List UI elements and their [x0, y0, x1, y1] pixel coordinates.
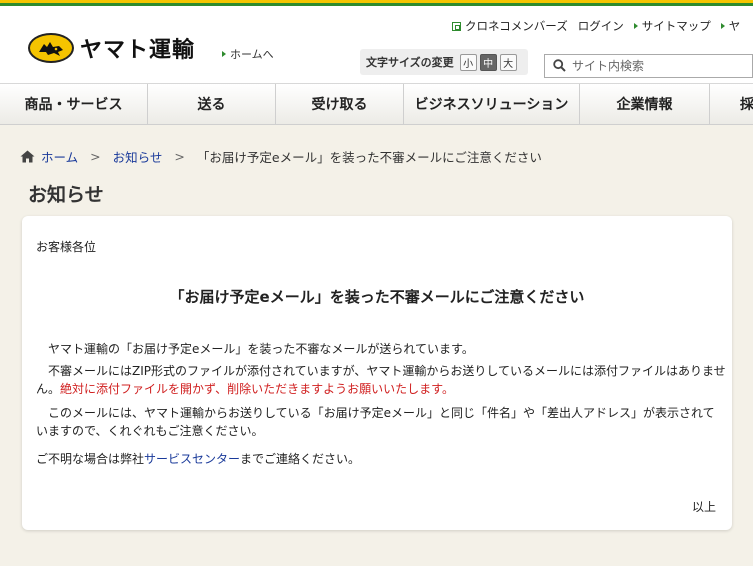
logo-text: ヤマト運輸	[80, 38, 196, 63]
notice-paragraph-1: ヤマト運輸の「お届け予定eメール」を装った不審なメールが送られています。	[48, 342, 474, 356]
login-link[interactable]: ログイン	[578, 18, 624, 34]
nav-item-recruit-truncated[interactable]: 採	[710, 84, 753, 124]
black-cat-logo-icon	[28, 33, 74, 63]
triangle-right-icon	[222, 51, 226, 57]
site-search	[544, 54, 753, 78]
notice-paragraph-4-text-before: ご不明な場合は弊社	[36, 452, 145, 466]
nav-item-receive[interactable]: 受け取る	[276, 84, 404, 124]
notice-card: お客様各位 「お届け予定eメール」を装った不審メールにご注意ください ヤマト運輸…	[22, 216, 732, 530]
font-size-small-button[interactable]: 小	[459, 53, 477, 71]
home-link[interactable]: ホームへ	[222, 46, 274, 62]
home-icon[interactable]	[20, 150, 35, 163]
sitemap-link[interactable]: サイトマップ	[633, 18, 711, 34]
search-input[interactable]	[572, 59, 742, 73]
yamato-logo[interactable]: ヤマト運輸	[28, 32, 195, 64]
breadcrumb-home-link[interactable]: ホーム	[41, 147, 78, 166]
notice-paragraph-4-text-after: までご連絡ください。	[240, 452, 361, 466]
utility-links: クロネコメンバーズ ログイン サイトマップ ヤ	[452, 18, 740, 34]
nav-item-send[interactable]: 送る	[148, 84, 276, 124]
sitemap-label: サイトマップ	[641, 19, 711, 33]
breadcrumb-current: 「お届け予定eメール」を装った不審メールにご注意ください	[196, 150, 542, 165]
login-label: ログイン	[577, 19, 624, 33]
kuroneko-members-label: クロネコメンバーズ	[465, 19, 568, 33]
nav-item-business-solutions[interactable]: ビジネスソリューション	[404, 84, 580, 124]
notice-title: 「お届け予定eメール」を装った不審メールにご注意ください	[169, 288, 585, 306]
notice-paragraph-3: このメールには、ヤマト運輸からお送りしている「お届け予定eメール」と同じ「件名」…	[36, 406, 715, 438]
service-center-link[interactable]: サービスセンター	[144, 452, 240, 466]
nav-item-products-services[interactable]: 商品・サービス	[0, 84, 148, 124]
home-link-label: ホームへ	[230, 48, 274, 61]
warning-text: 絶対に添付ファイルを開かず、削除いただきますようお願いいたします。	[60, 382, 454, 396]
external-window-icon	[452, 21, 461, 31]
triangle-right-icon	[720, 23, 725, 29]
notice-paragraph-2: 不審メールにはZIP形式のファイルが添付されていますが、ヤマト運輸からお送りして…	[36, 362, 726, 398]
chevron-right-icon: >	[174, 149, 185, 164]
page-title: お知らせ	[28, 184, 104, 206]
nav-item-corporate-info[interactable]: 企業情報	[580, 84, 710, 124]
utility-link-truncated[interactable]: ヤ	[720, 18, 741, 34]
breadcrumb-news-link[interactable]: お知らせ	[113, 147, 163, 166]
search-icon[interactable]	[553, 57, 566, 76]
triangle-right-icon	[633, 23, 638, 29]
font-size-medium-button[interactable]: 中	[479, 53, 497, 71]
kuroneko-members-link[interactable]: クロネコメンバーズ	[452, 18, 568, 34]
breadcrumb: ホーム > お知らせ > 「お届け予定eメール」を装った不審メールにご注意くださ…	[20, 147, 542, 166]
utility-link-truncated-label: ヤ	[728, 19, 741, 33]
font-size-label: 文字サイズの変更	[366, 56, 454, 69]
global-nav: 商品・サービス 送る 受け取る ビジネスソリューション 企業情報 採	[0, 83, 753, 125]
site-header: ヤマト運輸 ホームへ クロネコメンバーズ ログイン サイトマップ ヤ 文字サイズ…	[0, 6, 753, 83]
salutation: お客様各位	[36, 240, 97, 254]
closing-text: 以上	[691, 500, 716, 514]
font-size-switcher: 文字サイズの変更 小 中 大	[360, 49, 528, 75]
font-size-large-button[interactable]: 大	[499, 53, 517, 71]
chevron-right-icon: >	[90, 149, 101, 164]
notice-paragraph-4: ご不明な場合は弊社サービスセンターまでご連絡ください。	[36, 450, 726, 468]
